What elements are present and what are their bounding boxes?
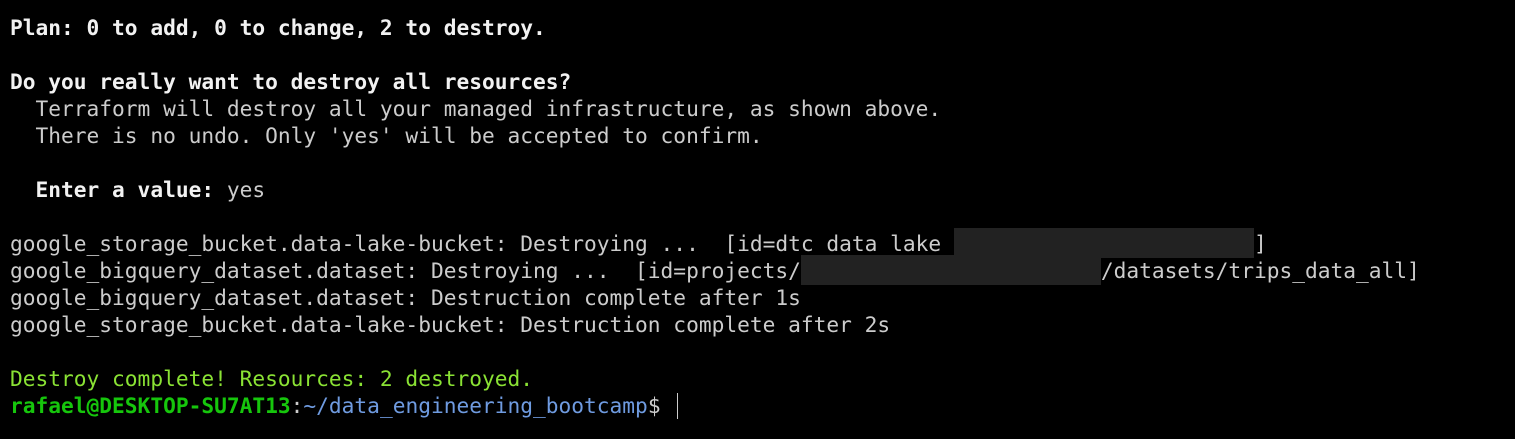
prompt-separator: :	[290, 393, 304, 418]
log-line-dataset-destroyed: google_bigquery_dataset.dataset: Destruc…	[10, 285, 801, 310]
log-line-dataset-destroying: google_bigquery_dataset.dataset: Destroy…	[10, 255, 1420, 285]
log-line-bucket-destroying: google_storage_bucket.data-lake-bucket: …	[10, 228, 1267, 258]
destroy-warning-line-2: There is no undo. Only 'yes' will be acc…	[10, 123, 763, 148]
prompt-user-host: rafael@DESKTOP-SU7AT13	[10, 393, 291, 418]
log-line-prefix: google_bigquery_dataset.dataset: Destroy…	[10, 258, 801, 283]
destroy-complete-message: Destroy complete! Resources: 2 destroyed…	[10, 366, 533, 391]
log-line-suffix: /datasets/trips_data_all]	[1100, 258, 1420, 283]
redacted-project-id	[800, 255, 1101, 285]
prompt-path: ~/data_engineering_bootcamp	[303, 393, 648, 418]
terminal-window[interactable]: Plan: 0 to add, 0 to change, 2 to destro…	[0, 0, 1515, 439]
entered-value: yes	[226, 177, 266, 202]
redacted-bucket-id	[953, 228, 1254, 258]
enter-value-prompt: Enter a value:	[10, 177, 227, 202]
log-line-suffix: ]	[1253, 231, 1267, 256]
destroy-warning-line-1: Terraform will destroy all your managed …	[10, 96, 942, 121]
prompt-symbol: $	[647, 393, 674, 418]
plan-summary-line: Plan: 0 to add, 0 to change, 2 to destro…	[10, 15, 546, 40]
log-line-bucket-destroyed: google_storage_bucket.data-lake-bucket: …	[10, 312, 891, 337]
destroy-confirmation-question: Do you really want to destroy all resour…	[10, 69, 572, 94]
log-line-prefix: google_storage_bucket.data-lake-bucket: …	[10, 231, 954, 256]
text-cursor	[677, 392, 679, 419]
enter-value-line: Enter a value: yes	[10, 176, 266, 203]
shell-prompt-line[interactable]: rafael@DESKTOP-SU7AT13:~/data_engineerin…	[10, 392, 679, 419]
